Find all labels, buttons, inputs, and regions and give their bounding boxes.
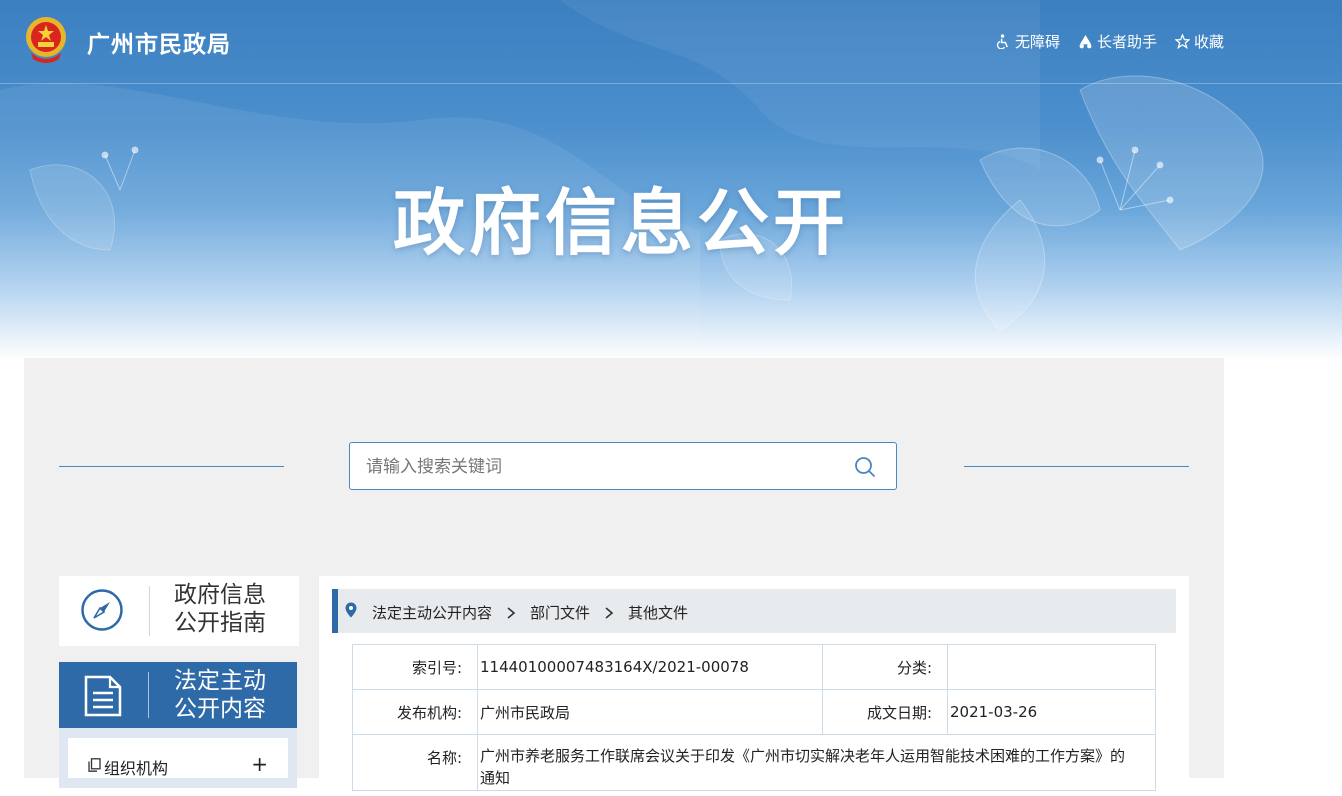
sidebar-active-label: 法定主动 公开内容: [174, 667, 266, 723]
date-value: 2021-03-26: [947, 689, 1156, 735]
breadcrumb: 法定主动公开内容 部门文件 其他文件: [332, 589, 1176, 633]
accessibility-button[interactable]: 无障碍: [996, 31, 1060, 52]
date-label: 成文日期:: [822, 689, 948, 735]
publisher-label: 发布机构:: [352, 689, 478, 735]
search-icon[interactable]: [854, 456, 876, 478]
sidebar-subitem-label: 组织机构: [104, 759, 169, 778]
breadcrumb-item-statutory[interactable]: 法定主动公开内容: [372, 602, 492, 623]
hero-title: 政府信息公开: [392, 181, 849, 265]
document-icon: [84, 675, 122, 717]
elder-assist-label: 长者助手: [1096, 33, 1157, 51]
index-label: 索引号:: [352, 644, 478, 690]
category-label: 分类:: [822, 644, 948, 690]
chevron-right-icon: [605, 606, 614, 619]
expand-toggle[interactable]: +: [251, 752, 268, 776]
breadcrumb-item-other-docs[interactable]: 其他文件: [628, 602, 688, 623]
hero-banner: 广州市民政局 无障碍 长者助手 收藏 政府信息公开: [0, 0, 1342, 360]
sidebar-separator: [149, 586, 150, 636]
index-value: 11440100007483164X/2021-00078: [477, 644, 823, 690]
table-row: 发布机构: 广州市民政局 成文日期: 2021-03-26: [352, 689, 1156, 735]
sidebar-separator: [148, 672, 149, 718]
category-value: [947, 644, 1156, 690]
favorite-label: 收藏: [1193, 33, 1224, 51]
breadcrumb-item-department-docs[interactable]: 部门文件: [530, 602, 590, 623]
sidebar-guide-line2: 公开指南: [174, 610, 266, 636]
table-row: 名称: 广州市养老服务工作联席会议关于印发《广州市切实解决老年人运用智能技术困难…: [352, 734, 1156, 791]
elder-assist-button[interactable]: 长者助手: [1078, 31, 1157, 52]
publisher-value: 广州市民政局: [477, 689, 823, 735]
compass-icon: [81, 589, 123, 631]
favorite-button[interactable]: 收藏: [1174, 31, 1224, 52]
name-value: 广州市养老服务工作联席会议关于印发《广州市切实解决老年人运用智能技术困难的工作方…: [477, 734, 1156, 791]
search-divider-left: [59, 466, 284, 467]
chevron-right-icon: [507, 606, 516, 619]
accessibility-label: 无障碍: [1014, 33, 1060, 51]
sidebar-active-line2: 公开内容: [174, 696, 266, 722]
document-meta-table: 索引号: 11440100007483164X/2021-00078 分类: 发…: [352, 644, 1156, 791]
site-name[interactable]: 广州市民政局: [87, 25, 231, 59]
sidebar-item-guide[interactable]: 政府信息 公开指南: [59, 576, 299, 646]
search-divider-right: [964, 466, 1189, 467]
search-box: [349, 442, 897, 491]
star-icon: [1174, 34, 1190, 49]
table-row: 索引号: 11440100007483164X/2021-00078 分类:: [352, 644, 1156, 690]
elder-assist-icon: [1079, 34, 1092, 49]
name-label: 名称:: [352, 734, 478, 791]
location-pin-icon: [345, 602, 357, 618]
sidebar-item-statutory-content[interactable]: 法定主动 公开内容: [59, 662, 297, 728]
header-tools: 无障碍 长者助手 收藏: [996, 31, 1224, 52]
main-panel: 政府信息 公开指南 法定主动 公开内容 组织机构 +: [24, 358, 1224, 796]
sidebar-guide-label: 政府信息 公开指南: [174, 581, 266, 637]
copy-icon: [88, 758, 101, 772]
sidebar-active-line1: 法定主动: [174, 668, 266, 694]
accessibility-icon: [996, 34, 1008, 49]
content-panel: 法定主动公开内容 部门文件 其他文件 索引号: 1144010000748316…: [319, 576, 1189, 796]
sidebar-submenu: 组织机构 +: [59, 728, 297, 788]
national-emblem-icon: [26, 17, 66, 63]
top-bar: 广州市民政局 无障碍 长者助手 收藏: [0, 0, 1342, 84]
sidebar-subitem-organization[interactable]: 组织机构 +: [68, 738, 288, 778]
search-input[interactable]: [364, 443, 838, 491]
sidebar-guide-line1: 政府信息: [174, 582, 266, 608]
